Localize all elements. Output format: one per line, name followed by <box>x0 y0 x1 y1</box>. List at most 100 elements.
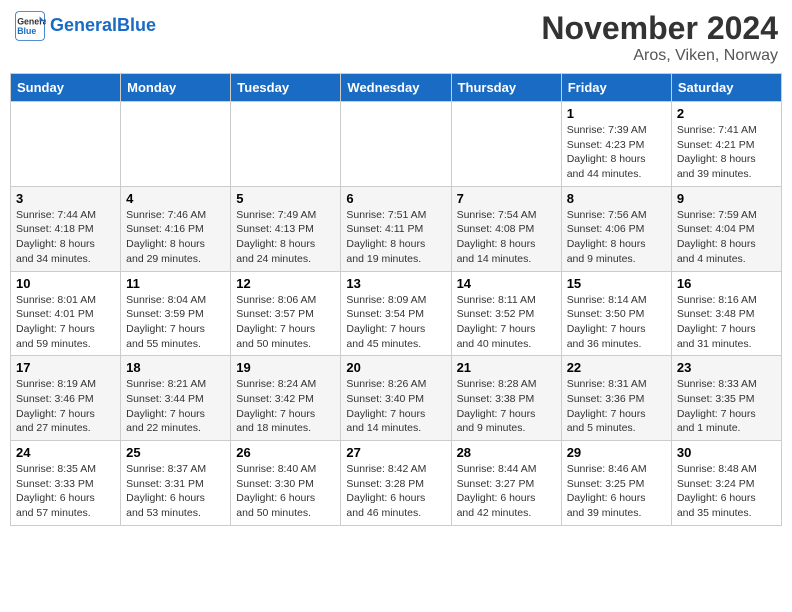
day-info: Sunrise: 8:31 AM Sunset: 3:36 PM Dayligh… <box>567 377 666 436</box>
day-info: Sunrise: 8:46 AM Sunset: 3:25 PM Dayligh… <box>567 462 666 521</box>
location: Aros, Viken, Norway <box>541 47 778 65</box>
day-number: 20 <box>346 360 445 375</box>
day-info: Sunrise: 8:33 AM Sunset: 3:35 PM Dayligh… <box>677 377 776 436</box>
day-info: Sunrise: 8:48 AM Sunset: 3:24 PM Dayligh… <box>677 462 776 521</box>
day-cell: 18Sunrise: 8:21 AM Sunset: 3:44 PM Dayli… <box>121 356 231 441</box>
day-number: 6 <box>346 191 445 206</box>
day-cell: 29 Sunrise: 8:46 AM Sunset: 3:25 PM Dayli… <box>561 441 671 526</box>
day-number: 14 <box>457 276 556 291</box>
day-number: 29 <box>567 445 666 460</box>
day-number: 11 <box>126 276 225 291</box>
day-info: Sunrise: 8:24 AM Sunset: 3:42 PM Dayligh… <box>236 377 335 436</box>
day-cell: 26 Sunrise: 8:40 AM Sunset: 3:30 PM Dayli… <box>231 441 341 526</box>
day-number: 2 <box>677 106 776 121</box>
day-info: Sunrise: 7:54 AM Sunset: 4:08 PM Dayligh… <box>457 208 556 267</box>
day-info: Sunrise: 8:11 AM Sunset: 3:52 PM Dayligh… <box>457 293 556 352</box>
day-info: Sunrise: 7:49 AM Sunset: 4:13 PM Dayligh… <box>236 208 335 267</box>
day-info: Sunrise: 8:37 AM Sunset: 3:31 PM Dayligh… <box>126 462 225 521</box>
week-row-2: 3 Sunrise: 7:44 AM Sunset: 4:18 PM Daylig… <box>11 186 782 271</box>
day-info: Sunrise: 8:16 AM Sunset: 3:48 PM Dayligh… <box>677 293 776 352</box>
day-info: Sunrise: 8:09 AM Sunset: 3:54 PM Dayligh… <box>346 293 445 352</box>
week-row-5: 24Sunrise: 8:35 AM Sunset: 3:33 PM Dayli… <box>11 441 782 526</box>
month-title: November 2024 <box>541 10 778 47</box>
day-cell: 1 Sunrise: 7:39 AM Sunset: 4:23 PM Daylig… <box>561 102 671 187</box>
day-cell: 16 Sunrise: 8:16 AM Sunset: 3:48 PM Dayli… <box>671 271 781 356</box>
weekday-header-friday: Friday <box>561 74 671 102</box>
day-number: 10 <box>16 276 115 291</box>
day-info: Sunrise: 8:04 AM Sunset: 3:59 PM Dayligh… <box>126 293 225 352</box>
day-cell: 7 Sunrise: 7:54 AM Sunset: 4:08 PM Daylig… <box>451 186 561 271</box>
day-cell: 5 Sunrise: 7:49 AM Sunset: 4:13 PM Daylig… <box>231 186 341 271</box>
day-number: 28 <box>457 445 556 460</box>
day-number: 1 <box>567 106 666 121</box>
day-number: 27 <box>346 445 445 460</box>
day-info: Sunrise: 8:44 AM Sunset: 3:27 PM Dayligh… <box>457 462 556 521</box>
title-block: November 2024 Aros, Viken, Norway <box>541 10 778 65</box>
day-info: Sunrise: 8:28 AM Sunset: 3:38 PM Dayligh… <box>457 377 556 436</box>
day-number: 24 <box>16 445 115 460</box>
day-cell: 10 Sunrise: 8:01 AM Sunset: 4:01 PM Dayli… <box>11 271 121 356</box>
day-cell: 30 Sunrise: 8:48 AM Sunset: 3:24 PM Dayli… <box>671 441 781 526</box>
day-cell: 6 Sunrise: 7:51 AM Sunset: 4:11 PM Daylig… <box>341 186 451 271</box>
day-info: Sunrise: 8:26 AM Sunset: 3:40 PM Dayligh… <box>346 377 445 436</box>
day-cell: 25 Sunrise: 8:37 AM Sunset: 3:31 PM Dayli… <box>121 441 231 526</box>
weekday-header-monday: Monday <box>121 74 231 102</box>
day-number: 9 <box>677 191 776 206</box>
day-cell: 12Sunrise: 8:06 AM Sunset: 3:57 PM Dayli… <box>231 271 341 356</box>
day-cell: 4Sunrise: 7:46 AM Sunset: 4:16 PM Daylig… <box>121 186 231 271</box>
day-number: 7 <box>457 191 556 206</box>
day-info: Sunrise: 8:19 AM Sunset: 3:46 PM Dayligh… <box>16 377 115 436</box>
day-cell <box>231 102 341 187</box>
day-number: 17 <box>16 360 115 375</box>
weekday-header-sunday: Sunday <box>11 74 121 102</box>
day-cell: 11 Sunrise: 8:04 AM Sunset: 3:59 PM Dayli… <box>121 271 231 356</box>
day-info: Sunrise: 7:56 AM Sunset: 4:06 PM Dayligh… <box>567 208 666 267</box>
day-info: Sunrise: 7:59 AM Sunset: 4:04 PM Dayligh… <box>677 208 776 267</box>
weekday-header-wednesday: Wednesday <box>341 74 451 102</box>
day-cell <box>121 102 231 187</box>
weekday-header-row: SundayMondayTuesdayWednesdayThursdayFrid… <box>11 74 782 102</box>
day-cell <box>451 102 561 187</box>
day-number: 8 <box>567 191 666 206</box>
day-cell: 27Sunrise: 8:42 AM Sunset: 3:28 PM Dayli… <box>341 441 451 526</box>
day-cell: 19 Sunrise: 8:24 AM Sunset: 3:42 PM Dayli… <box>231 356 341 441</box>
day-cell <box>341 102 451 187</box>
day-cell: 3 Sunrise: 7:44 AM Sunset: 4:18 PM Daylig… <box>11 186 121 271</box>
day-number: 30 <box>677 445 776 460</box>
day-cell: 17 Sunrise: 8:19 AM Sunset: 3:46 PM Dayli… <box>11 356 121 441</box>
day-info: Sunrise: 7:44 AM Sunset: 4:18 PM Dayligh… <box>16 208 115 267</box>
logo: General Blue GeneralBlue <box>14 10 156 42</box>
day-info: Sunrise: 7:41 AM Sunset: 4:21 PM Dayligh… <box>677 123 776 182</box>
day-number: 26 <box>236 445 335 460</box>
day-cell: 24Sunrise: 8:35 AM Sunset: 3:33 PM Dayli… <box>11 441 121 526</box>
day-number: 5 <box>236 191 335 206</box>
day-cell: 20 Sunrise: 8:26 AM Sunset: 3:40 PM Dayli… <box>341 356 451 441</box>
page-header: General Blue GeneralBlue November 2024 A… <box>10 10 782 65</box>
weekday-header-saturday: Saturday <box>671 74 781 102</box>
day-number: 4 <box>126 191 225 206</box>
day-cell: 21 Sunrise: 8:28 AM Sunset: 3:38 PM Dayli… <box>451 356 561 441</box>
day-info: Sunrise: 8:01 AM Sunset: 4:01 PM Dayligh… <box>16 293 115 352</box>
logo-blue: Blue <box>117 15 156 35</box>
day-number: 19 <box>236 360 335 375</box>
day-number: 23 <box>677 360 776 375</box>
day-number: 25 <box>126 445 225 460</box>
day-number: 16 <box>677 276 776 291</box>
svg-text:Blue: Blue <box>17 26 36 36</box>
day-info: Sunrise: 7:51 AM Sunset: 4:11 PM Dayligh… <box>346 208 445 267</box>
day-cell: 9 Sunrise: 7:59 AM Sunset: 4:04 PM Daylig… <box>671 186 781 271</box>
day-cell: 22 Sunrise: 8:31 AM Sunset: 3:36 PM Dayli… <box>561 356 671 441</box>
weekday-header-thursday: Thursday <box>451 74 561 102</box>
day-cell: 13Sunrise: 8:09 AM Sunset: 3:54 PM Dayli… <box>341 271 451 356</box>
day-info: Sunrise: 8:40 AM Sunset: 3:30 PM Dayligh… <box>236 462 335 521</box>
day-number: 12 <box>236 276 335 291</box>
day-info: Sunrise: 8:21 AM Sunset: 3:44 PM Dayligh… <box>126 377 225 436</box>
logo-text-line1: GeneralBlue <box>50 16 156 36</box>
day-number: 3 <box>16 191 115 206</box>
week-row-4: 17 Sunrise: 8:19 AM Sunset: 3:46 PM Dayli… <box>11 356 782 441</box>
day-info: Sunrise: 7:39 AM Sunset: 4:23 PM Dayligh… <box>567 123 666 182</box>
day-number: 22 <box>567 360 666 375</box>
day-cell: 23 Sunrise: 8:33 AM Sunset: 3:35 PM Dayli… <box>671 356 781 441</box>
day-number: 21 <box>457 360 556 375</box>
svg-text:General: General <box>17 16 46 26</box>
